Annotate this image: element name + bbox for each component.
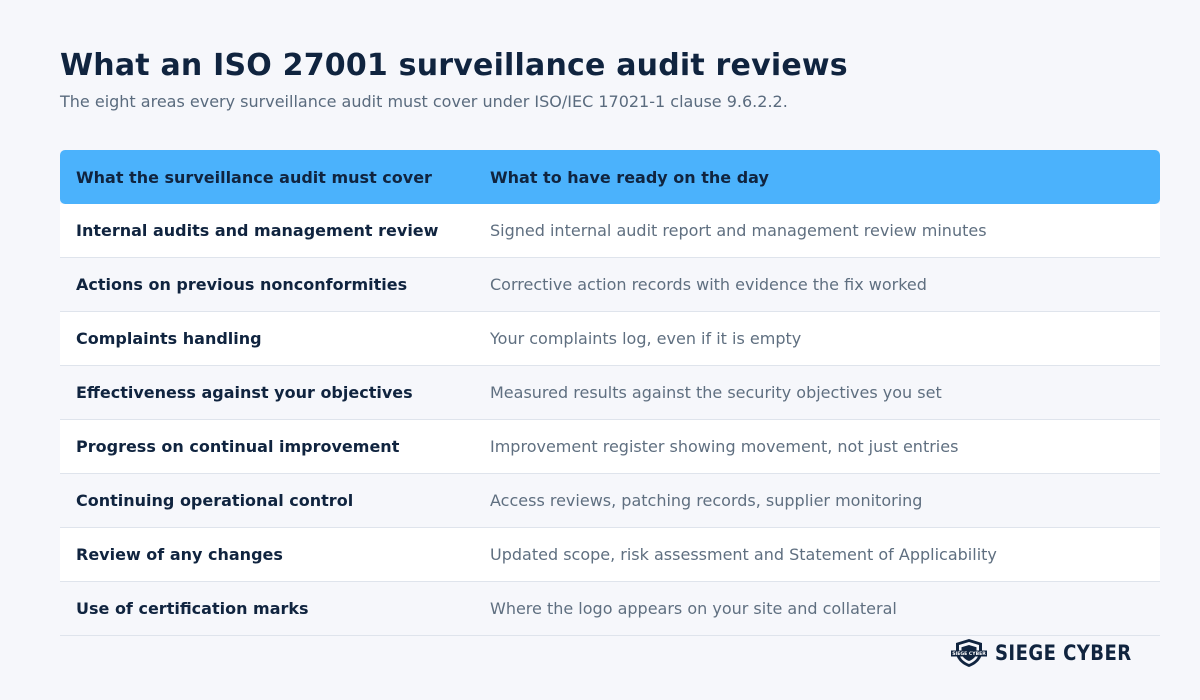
evidence-cell: Your complaints log, even if it is empty (490, 329, 802, 348)
table-body: Internal audits and management review Si… (60, 204, 1160, 636)
audit-area-cell: Internal audits and management review (76, 221, 439, 240)
brand-name: SIEGE CYBER (995, 641, 1132, 665)
evidence-cell: Access reviews, patching records, suppli… (490, 491, 923, 510)
table-row: Review of any changes Updated scope, ris… (60, 528, 1160, 582)
table-row: Complaints handling Your complaints log,… (60, 312, 1160, 366)
page-title: What an ISO 27001 surveillance audit rev… (60, 48, 848, 83)
column-header-ready-evidence: What to have ready on the day (490, 167, 769, 187)
brand-logo: SIEGE CYBER SIEGE CYBER (951, 638, 1140, 668)
page-subtitle: The eight areas every surveillance audit… (60, 92, 788, 111)
evidence-cell: Measured results against the security ob… (490, 383, 942, 402)
column-header-audit-area: What the surveillance audit must cover (76, 167, 432, 187)
audit-area-cell: Effectiveness against your objectives (76, 383, 413, 402)
evidence-cell: Improvement register showing movement, n… (490, 437, 959, 456)
svg-text:SIEGE CYBER: SIEGE CYBER (952, 651, 986, 657)
audit-area-cell: Actions on previous nonconformities (76, 275, 408, 294)
evidence-cell: Where the logo appears on your site and … (490, 599, 897, 618)
table-header: What the surveillance audit must cover W… (60, 150, 1160, 204)
audit-areas-table: What the surveillance audit must cover W… (60, 150, 1160, 636)
shield-logo-icon: SIEGE CYBER (951, 639, 988, 667)
audit-area-cell: Use of certification marks (76, 599, 309, 618)
audit-area-cell: Complaints handling (76, 329, 262, 348)
table-row: Effectiveness against your objectives Me… (60, 366, 1160, 420)
table-row: Progress on continual improvement Improv… (60, 420, 1160, 474)
table-row: Actions on previous nonconformities Corr… (60, 258, 1160, 312)
evidence-cell: Corrective action records with evidence … (490, 275, 927, 294)
table-row: Internal audits and management review Si… (60, 204, 1160, 258)
evidence-cell: Signed internal audit report and managem… (490, 221, 987, 240)
audit-area-cell: Progress on continual improvement (76, 437, 400, 456)
evidence-cell: Updated scope, risk assessment and State… (490, 545, 997, 564)
audit-area-cell: Continuing operational control (76, 491, 354, 510)
table-row: Continuing operational control Access re… (60, 474, 1160, 528)
table-row: Use of certification marks Where the log… (60, 582, 1160, 636)
audit-area-cell: Review of any changes (76, 545, 283, 564)
